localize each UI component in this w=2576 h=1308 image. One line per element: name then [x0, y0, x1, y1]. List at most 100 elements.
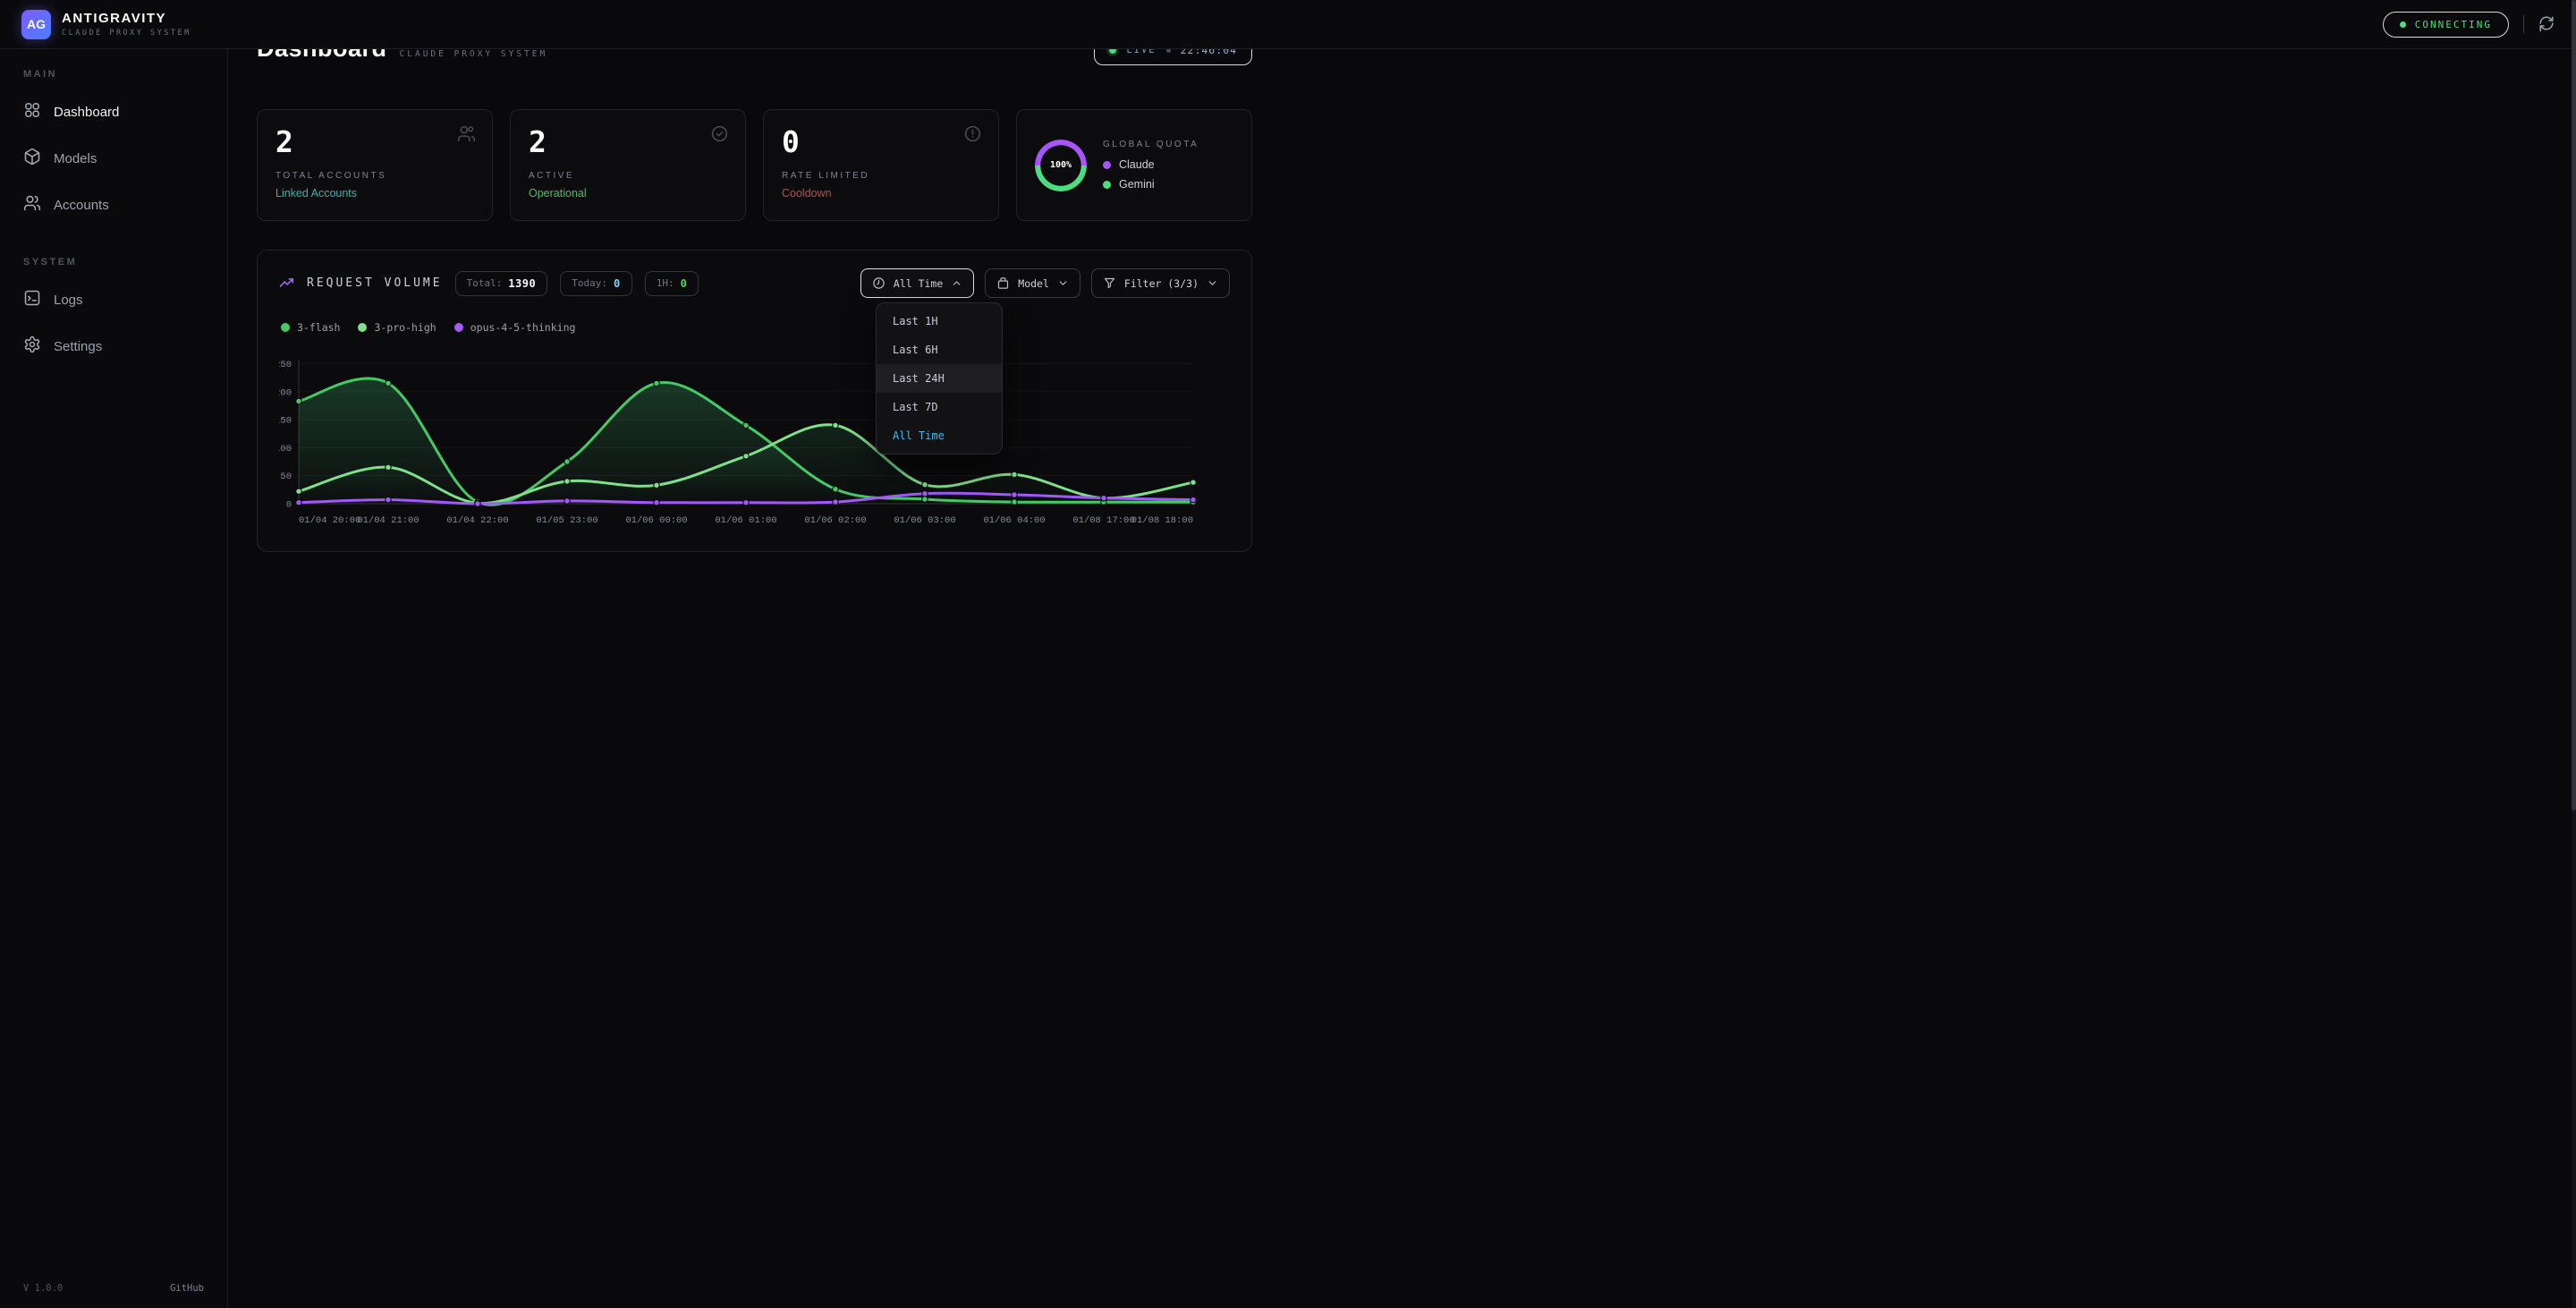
svg-text:01/06 02:00: 01/06 02:00	[804, 515, 866, 526]
svg-text:0: 0	[286, 500, 292, 511]
legend-dot-icon	[281, 323, 290, 332]
svg-text:50: 50	[280, 471, 292, 482]
app-title: ANTIGRAVITY	[62, 11, 191, 26]
page-subtitle: CLAUDE PROXY SYSTEM	[400, 49, 548, 59]
dropdown-item[interactable]: Last 6H	[877, 335, 1002, 364]
svg-text:200: 200	[279, 387, 292, 398]
sidebar-item-accounts[interactable]: Accounts	[14, 183, 213, 226]
request-volume-panel: REQUEST VOLUME Total: 1390 Today: 0 1H: …	[257, 250, 1252, 552]
legend-item: opus-4-5-thinking	[454, 321, 576, 334]
panel-title: REQUEST VOLUME	[307, 276, 443, 290]
users-icon	[457, 124, 476, 148]
request-volume-chart: 05010015020025001/04 20:0001/04 21:0001/…	[279, 353, 1232, 529]
alert-circle-icon	[963, 124, 982, 148]
clock-icon	[872, 276, 886, 290]
svg-text:01/04 22:00: 01/04 22:00	[446, 515, 508, 526]
legend-dot-icon	[358, 323, 367, 332]
quota-item-claude: Claude	[1103, 158, 1199, 171]
grid-icon	[23, 101, 41, 123]
claude-dot-icon	[1103, 161, 1111, 169]
app-logo: AG	[21, 10, 51, 39]
time-range-dropdown: Last 1HLast 6HLast 24HLast 7DAll Time	[876, 302, 1003, 454]
svg-text:01/04 21:00: 01/04 21:00	[357, 515, 419, 526]
refresh-icon	[2538, 15, 2555, 34]
svg-text:100: 100	[279, 444, 292, 454]
chevron-up-icon	[951, 277, 962, 289]
terminal-icon	[23, 289, 41, 310]
model-filter-button[interactable]: Model	[985, 268, 1080, 298]
github-link[interactable]: GitHub	[170, 1283, 204, 1294]
legend-item: 3-flash	[281, 321, 340, 334]
card-value: 2	[275, 127, 474, 157]
legend-item: 3-pro-high	[358, 321, 436, 334]
filter-label: Filter (3/3)	[1124, 277, 1199, 290]
filter-button[interactable]: Filter (3/3)	[1091, 268, 1230, 298]
svg-text:01/04 20:00: 01/04 20:00	[299, 515, 360, 526]
time-range-button[interactable]: All Time	[860, 268, 974, 298]
sidebar-item-dashboard[interactable]: Dashboard	[14, 90, 213, 133]
stat-1h: 1H: 0	[645, 271, 699, 296]
connection-status-label: CONNECTING	[2415, 19, 2492, 30]
legend-dot-icon	[454, 323, 463, 332]
card-active: 2 ACTIVE Operational	[510, 109, 746, 221]
box-icon	[996, 276, 1010, 290]
dropdown-item[interactable]: Last 1H	[877, 307, 1002, 335]
svg-text:01/08 18:00: 01/08 18:00	[1131, 515, 1193, 526]
quota-item-gemini: Gemini	[1103, 178, 1199, 191]
page-scrollbar[interactable]	[2572, 0, 2576, 1308]
chevron-down-icon	[1207, 277, 1218, 289]
connection-status-badge: CONNECTING	[2383, 12, 2509, 38]
app-header: AG ANTIGRAVITY CLAUDE PROXY SYSTEM CONNE…	[0, 0, 2576, 49]
svg-text:01/05 23:00: 01/05 23:00	[536, 515, 597, 526]
quota-item-label: Claude	[1119, 158, 1155, 171]
stat-label: Total:	[467, 277, 503, 289]
card-label: TOTAL ACCOUNTS	[275, 171, 474, 181]
legend-label: 3-flash	[297, 321, 340, 334]
chart-legend: 3-flash 3-pro-high opus-4-5-thinking	[279, 321, 1230, 334]
stat-value: 0	[614, 277, 621, 290]
sidebar-item-label: Models	[54, 151, 97, 166]
dropdown-item[interactable]: Last 24H	[877, 364, 1002, 393]
card-value: 0	[782, 127, 980, 157]
stat-today: Today: 0	[560, 271, 631, 296]
svg-text:01/06 04:00: 01/06 04:00	[983, 515, 1045, 526]
legend-label: opus-4-5-thinking	[470, 321, 576, 334]
svg-text:01/06 03:00: 01/06 03:00	[894, 515, 955, 526]
svg-text:250: 250	[279, 360, 292, 370]
quota-item-label: Gemini	[1119, 178, 1155, 191]
funnel-icon	[1103, 276, 1116, 290]
stat-label: Today:	[572, 277, 607, 289]
chevron-down-icon	[1057, 277, 1069, 289]
dropdown-item[interactable]: Last 7D	[877, 393, 1002, 421]
sidebar-section-system: SYSTEM	[14, 257, 213, 268]
sidebar-item-label: Settings	[54, 339, 102, 354]
card-label: RATE LIMITED	[782, 171, 980, 181]
scrollbar-thumb[interactable]	[2572, 0, 2576, 811]
sidebar-item-label: Dashboard	[54, 105, 119, 120]
users-icon	[23, 194, 41, 216]
svg-text:01/06 00:00: 01/06 00:00	[625, 515, 687, 526]
app-subtitle: CLAUDE PROXY SYSTEM	[62, 29, 191, 38]
gemini-dot-icon	[1103, 181, 1111, 189]
dropdown-item[interactable]: All Time	[877, 421, 1002, 450]
stat-value: 0	[681, 277, 688, 290]
svg-text:01/08 17:00: 01/08 17:00	[1072, 515, 1134, 526]
main-content: Dashboard CLAUDE PROXY SYSTEM LIVE 22:46…	[228, 0, 1288, 552]
quota-ring: 100%	[1035, 140, 1087, 191]
quota-percent: 100%	[1035, 140, 1087, 191]
sidebar-item-settings[interactable]: Settings	[14, 325, 213, 368]
refresh-button[interactable]	[2538, 15, 2555, 34]
sidebar-item-logs[interactable]: Logs	[14, 278, 213, 321]
sidebar-section-main: MAIN	[14, 69, 213, 80]
sidebar-item-models[interactable]: Models	[14, 137, 213, 180]
stat-label: 1H:	[657, 277, 674, 289]
app-version: V 1.0.0	[23, 1283, 63, 1294]
card-sublabel: Operational	[529, 187, 727, 200]
status-dot-icon	[2400, 21, 2406, 28]
card-value: 2	[529, 127, 727, 157]
quota-label: GLOBAL QUOTA	[1103, 140, 1199, 149]
stat-total: Total: 1390	[455, 271, 548, 296]
sidebar-item-label: Accounts	[54, 198, 109, 213]
legend-label: 3-pro-high	[374, 321, 436, 334]
card-total-accounts: 2 TOTAL ACCOUNTS Linked Accounts	[257, 109, 493, 221]
